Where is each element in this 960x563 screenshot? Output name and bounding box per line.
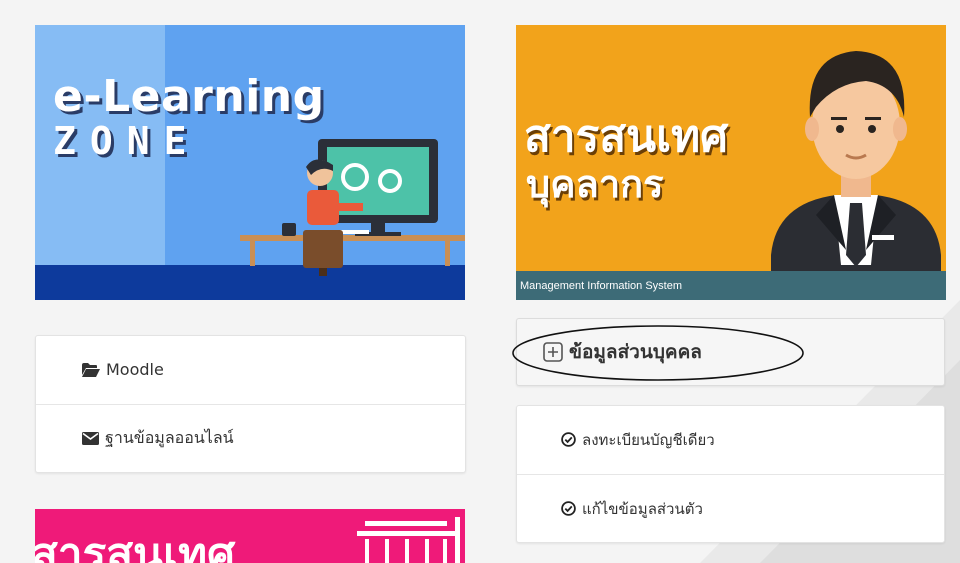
- personnel-footer-text: Management Information System: [520, 280, 683, 292]
- folder-open-icon: [82, 362, 100, 377]
- menu-item-label: Moodle: [106, 360, 164, 379]
- menu-item-online-database[interactable]: ฐานข้อมูลออนไลน์: [36, 405, 511, 472]
- elearning-subtitle: ZONE: [53, 119, 201, 163]
- menu-item-edit-personal-info[interactable]: แก้ไขข้อมูลส่วนตัว: [517, 475, 960, 542]
- elearning-title: e-Learning: [53, 71, 325, 122]
- personal-info-title: ข้อมูลส่วนบุคคล: [569, 341, 702, 363]
- elearning-zone-banner[interactable]: e-Learning ZONE: [35, 25, 465, 300]
- menu-item-register-single-account[interactable]: ลงทะเบียนบัญชีเดียว: [517, 406, 960, 473]
- left-menu-panel: Moodle ฐานข้อมูลออนไลน์: [35, 335, 466, 473]
- personnel-title-line2: บุคลากร: [526, 162, 664, 206]
- personnel-info-banner[interactable]: สารสนเทศ บุคลากร Management Information …: [516, 25, 946, 300]
- personnel-title-line1: สารสนเทศ: [524, 111, 729, 162]
- pink-info-banner[interactable]: สารสนเทศ: [35, 509, 465, 563]
- personal-info-toggle[interactable]: ข้อมูลส่วนบุคคล: [517, 319, 960, 385]
- menu-item-label: ฐานข้อมูลออนไลน์: [105, 428, 234, 447]
- plus-square-icon: [543, 342, 563, 362]
- menu-item-moodle[interactable]: Moodle: [36, 336, 511, 403]
- menu-item-label: ลงทะเบียนบัญชีเดียว: [582, 430, 715, 449]
- check-circle-icon: [561, 432, 576, 447]
- check-circle-icon: [561, 501, 576, 516]
- envelope-icon: [82, 432, 99, 445]
- menu-item-label: แก้ไขข้อมูลส่วนตัว: [582, 499, 703, 518]
- personal-info-menu: ลงทะเบียนบัญชีเดียว แก้ไขข้อมูลส่วนตัว: [516, 405, 945, 543]
- personal-info-header[interactable]: ข้อมูลส่วนบุคคล: [516, 318, 945, 386]
- pink-banner-title: สารสนเทศ: [35, 529, 236, 563]
